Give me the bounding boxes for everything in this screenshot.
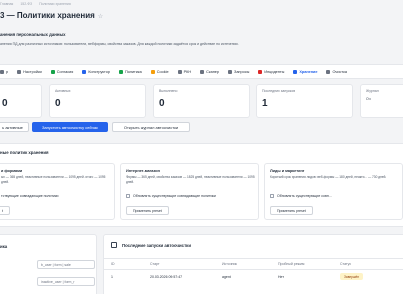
toolbar-item-label: Инциденты [264,69,285,74]
toolbar-item-label: РКН [183,69,192,74]
status-badge: Завершён [340,273,363,280]
update-existing-checkbox[interactable]: Обновлять существующие совпадающие полит… [126,194,216,198]
list-icon [111,242,117,248]
toolbar-item[interactable]: Хранение [293,69,318,74]
column-header: Пробный режим [278,262,305,266]
toolbar-item-label: Хранение [299,69,318,74]
stat-value: 0 [159,98,165,109]
presets-heading: ные политик хранения [0,150,49,155]
preset-title: Интернет-магазин [126,169,160,173]
checkbox-box[interactable] [270,194,274,198]
preset-card: Интернет-магазин Формы — 365 дней, свойс… [120,163,259,220]
toolbar-item-label: Cookie [156,69,169,74]
stat-value: 0 [55,98,61,109]
run-dry-mode: Нет [278,275,284,279]
divider [103,258,403,259]
column-header: ID [111,262,115,266]
stat-card-journal[interactable]: Журнал Оч [360,84,403,118]
stat-value: 1 [262,98,268,109]
preset-description: Формы — 365 дней, свойства заказов — 182… [126,175,255,184]
toolbar-item[interactable]: Конструктор [82,69,110,74]
page-title: 3 — Политики хранения ☆ [0,11,104,20]
shield-icon [177,69,182,74]
toolbar-item-label: Согласия [56,69,74,74]
stat-label: Последних запусков [262,89,296,93]
toolbar-item[interactable]: Сканер [200,69,220,74]
trash-icon [326,69,331,74]
gear-icon [17,69,22,74]
divider [103,269,403,270]
toolbar-item-label: Очистка [332,69,348,74]
toolbar-item[interactable]: Инциденты [258,69,285,74]
column-header: Источник [222,262,237,266]
stat-sub: Оч [366,97,371,101]
scan-icon [200,69,205,74]
intro-section: анения персональных данных анения ПД для… [0,32,239,47]
toolbar-item[interactable]: Запросы [228,69,250,74]
toolbar-item[interactable]: Настройки [17,69,42,74]
toolbar-item-label: Конструктор [88,69,110,74]
run-start: 20.03.2026 09:57:47 [150,275,183,279]
breadcrumb-item[interactable]: Главная [0,2,13,6]
entity-types-input[interactable]: inactive_user | form_r [37,277,95,286]
toolbar-item-label: Сканер [206,69,220,74]
intro-subtitle: анения ПД для различных источников: поль… [0,42,239,46]
runs-heading: Последние запуски автоочистки [122,243,191,248]
run-source: agent [222,275,231,279]
preset-description: Короткий срок хранения лидов: веб-формы … [270,175,387,179]
column-header: Старт [150,262,160,266]
stat-value: 0 [2,98,8,109]
stat-card-total: 0 [0,84,42,118]
column-header: Статус [340,262,352,266]
toolbar-item[interactable]: Согласия [50,69,74,74]
toolbar-item-label: Политика [124,69,142,74]
breadcrumb: Главная 152-ФЗ Политики хранения [0,2,77,6]
toolbar-item-label: Запросы [234,69,250,74]
policy-form-heading: ика [0,244,8,249]
checkbox-box[interactable] [126,194,130,198]
toolbar-item[interactable]: р [0,69,9,74]
preset-card: Лиды и маркетинг Короткий срок хранения … [264,163,403,220]
preset-description: ых — 365 дней, неактивные пользователи —… [1,175,106,184]
stat-label: Журнал [366,89,379,93]
preset-title: и формами [1,169,23,173]
storage-icon [293,69,298,74]
stat-label: Активных [55,89,71,93]
toolbar-item[interactable]: Очистка [326,69,348,74]
module-toolbar: р Настройки Согласия Конструктор Политика Coo… [0,64,403,79]
alert-icon [258,69,263,74]
breadcrumb-item[interactable]: 152-ФЗ [20,2,32,6]
settings-icon [0,69,4,74]
star-icon[interactable]: ☆ [98,14,103,20]
intro-heading: анения персональных данных [0,32,66,37]
cookie-icon [150,69,155,74]
update-existing-checkbox[interactable]: тствующие совпадающие политики [1,194,58,198]
create-active-button[interactable]: ь активные [0,122,29,132]
toolbar-item-label: р [6,69,9,74]
open-journal-button[interactable]: Открыть журнал автоочистки [112,122,190,132]
preset-title: Лиды и маркетинг [270,169,305,173]
apply-preset-button[interactable]: t [0,206,10,215]
check-icon [50,69,55,74]
run-cleanup-button[interactable]: Запустить автоочистку сейчас [32,122,108,132]
toolbar-item-label: Настройки [23,69,42,74]
edit-icon [82,69,87,74]
stat-card-last-run: Последних запусков 1 [256,84,353,118]
update-existing-checkbox[interactable]: Обновлять существующие совп... [270,194,332,198]
stat-card-active: Активных 0 [49,84,146,118]
toolbar-item[interactable]: Cookie [150,69,169,74]
toolbar-item[interactable]: Политика [118,69,142,74]
document-icon [118,69,123,74]
apply-preset-button[interactable]: Применить preset [270,206,313,215]
inbox-icon [228,69,233,74]
stat-label: Выполнено [159,89,178,93]
stat-card-executed: Выполнено 0 [153,84,250,118]
entity-types-input[interactable]: b_user | form | sale [37,260,95,269]
run-id: 1 [111,275,113,279]
toolbar-item[interactable]: РКН [177,69,192,74]
apply-preset-button[interactable]: Применить preset [126,206,169,215]
breadcrumb-item: Политики хранения [39,2,71,6]
preset-card: и формами ых — 365 дней, неактивные поль… [0,163,115,220]
